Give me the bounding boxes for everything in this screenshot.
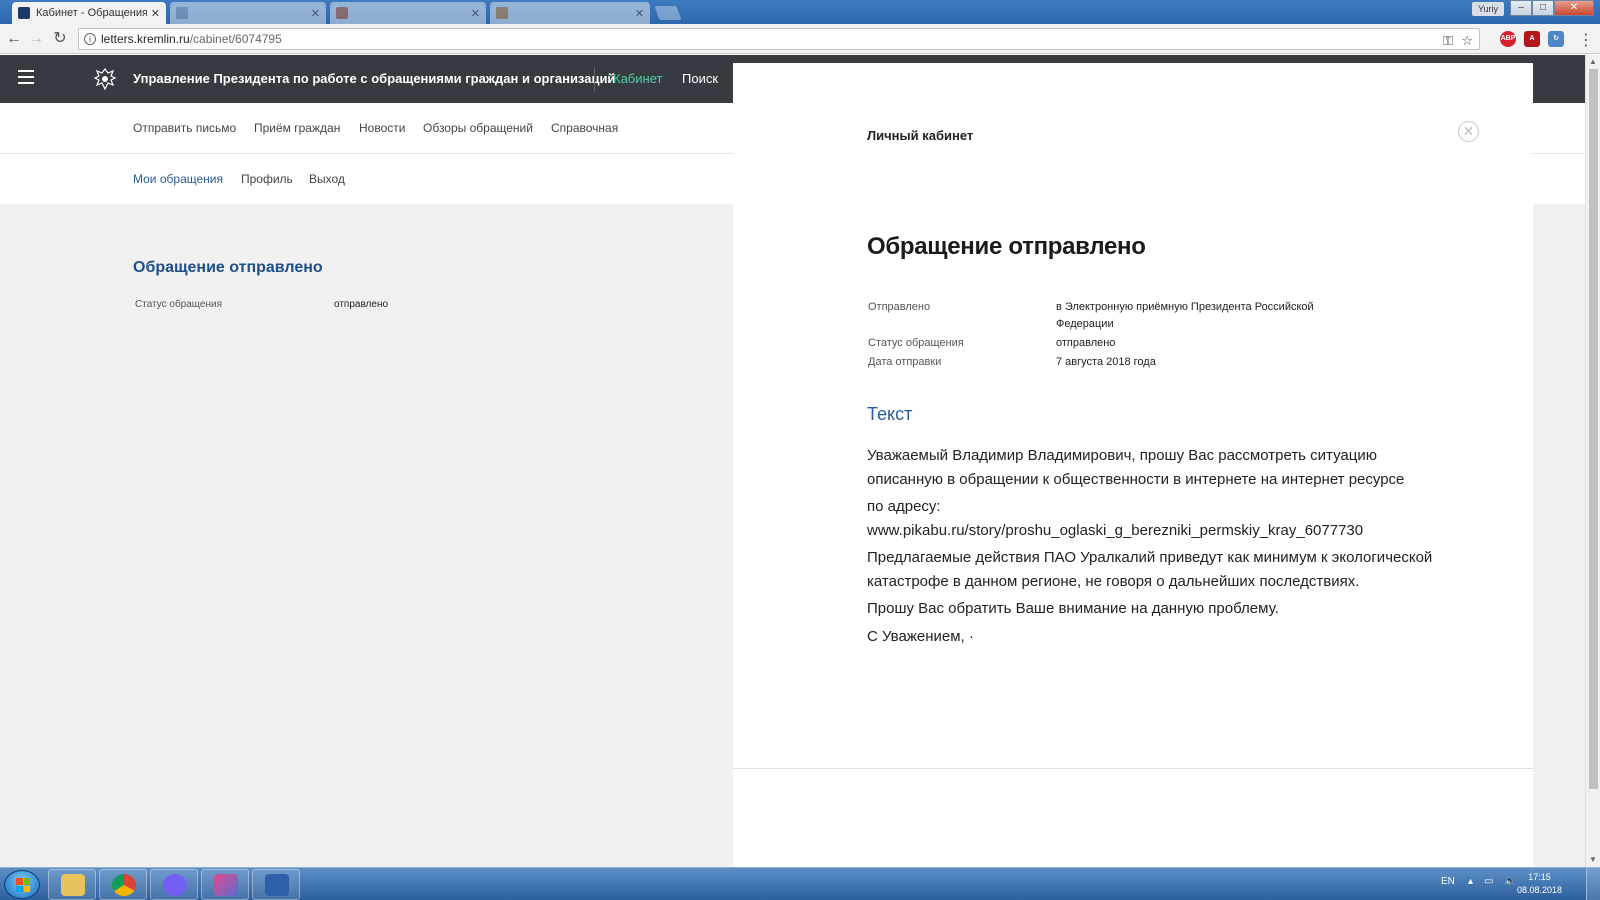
url-domain: letters.kremlin.ru: [101, 32, 190, 46]
subnav-reviews[interactable]: Обзоры обращений: [423, 121, 533, 135]
taskbar-viber[interactable]: [150, 869, 198, 900]
viber-icon: [163, 874, 187, 896]
scrollbar-thumb[interactable]: [1589, 69, 1598, 789]
detail-value-status: отправлено: [1056, 337, 1116, 349]
start-button[interactable]: [4, 870, 40, 899]
page-favicon-icon: [176, 7, 188, 19]
bookmark-star-icon[interactable]: ☆: [1461, 31, 1473, 51]
clock-time: 17:15: [1528, 872, 1551, 882]
browser-tabstrip: Кабинет - Обращения гр ✕ ✕ ✕ ✕ Yuriy – □…: [0, 0, 1600, 24]
browser-toolbar: ← → ↻ i letters.kremlin.ru/cabinet/60747…: [0, 24, 1600, 54]
detail-value-sent-to: в Электронную приёмную Президента Россий…: [1056, 301, 1314, 330]
taskbar-app[interactable]: [252, 869, 300, 900]
kremlin-favicon-icon: [18, 7, 30, 19]
detail-label-date: Дата отправки: [868, 356, 942, 368]
minimize-button[interactable]: –: [1510, 0, 1532, 16]
text-section-title: Текст: [867, 404, 913, 424]
language-indicator[interactable]: EN: [1441, 876, 1455, 887]
tab-close-icon[interactable]: ✕: [471, 7, 480, 20]
browser-tab-active[interactable]: Кабинет - Обращения гр ✕: [12, 2, 166, 24]
windows-taskbar: EN ▴ ▭ 🔈 17:15 08.08.2018: [0, 867, 1600, 900]
usernav-logout[interactable]: Выход: [309, 172, 345, 186]
usernav-profile[interactable]: Профиль: [241, 172, 293, 186]
panel-divider: [733, 768, 1533, 769]
letter-paragraph: Предлагаемые действия ПАО Уралкалий прив…: [867, 549, 1433, 590]
letter-paragraph: Прошу Вас обратить Ваше внимание на данн…: [867, 600, 1279, 617]
detail-label-status: Статус обращения: [868, 337, 964, 349]
new-tab-button[interactable]: [654, 6, 682, 20]
close-icon[interactable]: ✕: [1458, 121, 1479, 142]
hamburger-menu-icon[interactable]: [18, 70, 34, 84]
folder-icon: [61, 874, 85, 896]
volume-icon[interactable]: 🔈: [1504, 876, 1516, 887]
taskbar-mail[interactable]: [201, 869, 249, 900]
page-favicon-icon: [336, 7, 348, 19]
left-status-label: Статус обращения: [135, 299, 223, 310]
header-divider: [594, 67, 595, 91]
window-controls: – □ ✕: [1510, 0, 1594, 16]
nav-search-link[interactable]: Поиск: [682, 71, 718, 86]
network-icon[interactable]: ▭: [1484, 876, 1493, 887]
left-status-value: отправлено: [334, 299, 389, 310]
scroll-down-icon[interactable]: ▼: [1589, 855, 1597, 864]
letter-body: Уважаемый Владимир Владимирович, прошу В…: [867, 444, 1437, 652]
appeal-detail-panel: Личный кабинет ✕ Обращение отправлено От…: [733, 63, 1533, 867]
tab-close-icon[interactable]: ✕: [151, 7, 160, 20]
tab-close-icon[interactable]: ✕: [635, 7, 644, 20]
page-favicon-icon: [496, 7, 508, 19]
back-button[interactable]: ←: [4, 29, 24, 49]
address-bar[interactable]: i letters.kremlin.ru/cabinet/6074795 ⚿ ☆: [78, 28, 1480, 50]
show-desktop-button[interactable]: [1586, 868, 1600, 900]
usernav-my-appeals[interactable]: Мои обращения: [133, 172, 223, 186]
chrome-icon: [112, 874, 136, 896]
browser-tab[interactable]: ✕: [330, 2, 486, 24]
russian-emblem-icon[interactable]: [92, 66, 118, 92]
browser-profile-button[interactable]: Yuriy: [1471, 2, 1504, 16]
detail-value-date: 7 августа 2018 года: [1056, 356, 1156, 368]
windows-logo-icon: [16, 878, 30, 892]
page-viewport: Управление Президента по работе с обраще…: [0, 55, 1585, 867]
site-title[interactable]: Управление Президента по работе с обраще…: [133, 71, 615, 86]
subnav-reception[interactable]: Приём граждан: [254, 121, 340, 135]
pdf-extension-icon[interactable]: A: [1524, 31, 1540, 47]
page-scrollbar[interactable]: ▲ ▼: [1585, 55, 1600, 867]
taskbar-chrome[interactable]: [99, 869, 147, 900]
system-clock[interactable]: 17:15 08.08.2018: [1517, 871, 1562, 897]
left-appeal-heading: Обращение отправлено: [133, 259, 323, 276]
app-icon: [265, 874, 289, 896]
panel-title: Личный кабинет: [867, 128, 974, 143]
close-window-button[interactable]: ✕: [1554, 0, 1594, 16]
scroll-up-icon[interactable]: ▲: [1589, 57, 1597, 66]
browser-menu-icon[interactable]: ⋮: [1578, 30, 1594, 50]
letter-signature: С Уважением, ·: [867, 627, 974, 645]
taskbar-file-explorer[interactable]: [48, 869, 96, 900]
letter-paragraph: по адресу:: [867, 498, 941, 515]
tab-label: Кабинет - Обращения гр: [36, 7, 147, 19]
mail-icon: [214, 874, 238, 896]
letter-paragraph: Уважаемый Владимир Владимирович, прошу В…: [867, 447, 1405, 488]
key-icon[interactable]: ⚿: [1443, 31, 1453, 51]
subnav-news[interactable]: Новости: [359, 121, 405, 135]
clock-date: 08.08.2018: [1516, 885, 1562, 895]
tab-close-icon[interactable]: ✕: [311, 7, 320, 20]
site-info-icon[interactable]: i: [84, 33, 96, 45]
subnav-help[interactable]: Справочная: [551, 121, 618, 135]
appeal-heading: Обращение отправлено: [867, 233, 1146, 260]
reload-button[interactable]: ↻: [50, 29, 70, 49]
adblock-extension-icon[interactable]: ABP: [1500, 31, 1516, 47]
letter-url: www.pikabu.ru/story/proshu_oglaski_g_ber…: [867, 521, 1364, 539]
maximize-button[interactable]: □: [1532, 0, 1554, 16]
browser-tab[interactable]: ✕: [490, 2, 650, 24]
subnav-send-letter[interactable]: Отправить письмо: [133, 121, 236, 135]
url-path: /cabinet/6074795: [189, 32, 282, 46]
nav-cabinet-link[interactable]: Кабинет: [613, 71, 662, 86]
forward-button[interactable]: →: [26, 29, 46, 49]
tray-expand-icon[interactable]: ▴: [1468, 876, 1473, 887]
extension-icon[interactable]: ↻: [1548, 31, 1564, 47]
browser-tab[interactable]: ✕: [170, 2, 326, 24]
detail-label-sent-to: Отправлено: [868, 301, 931, 313]
